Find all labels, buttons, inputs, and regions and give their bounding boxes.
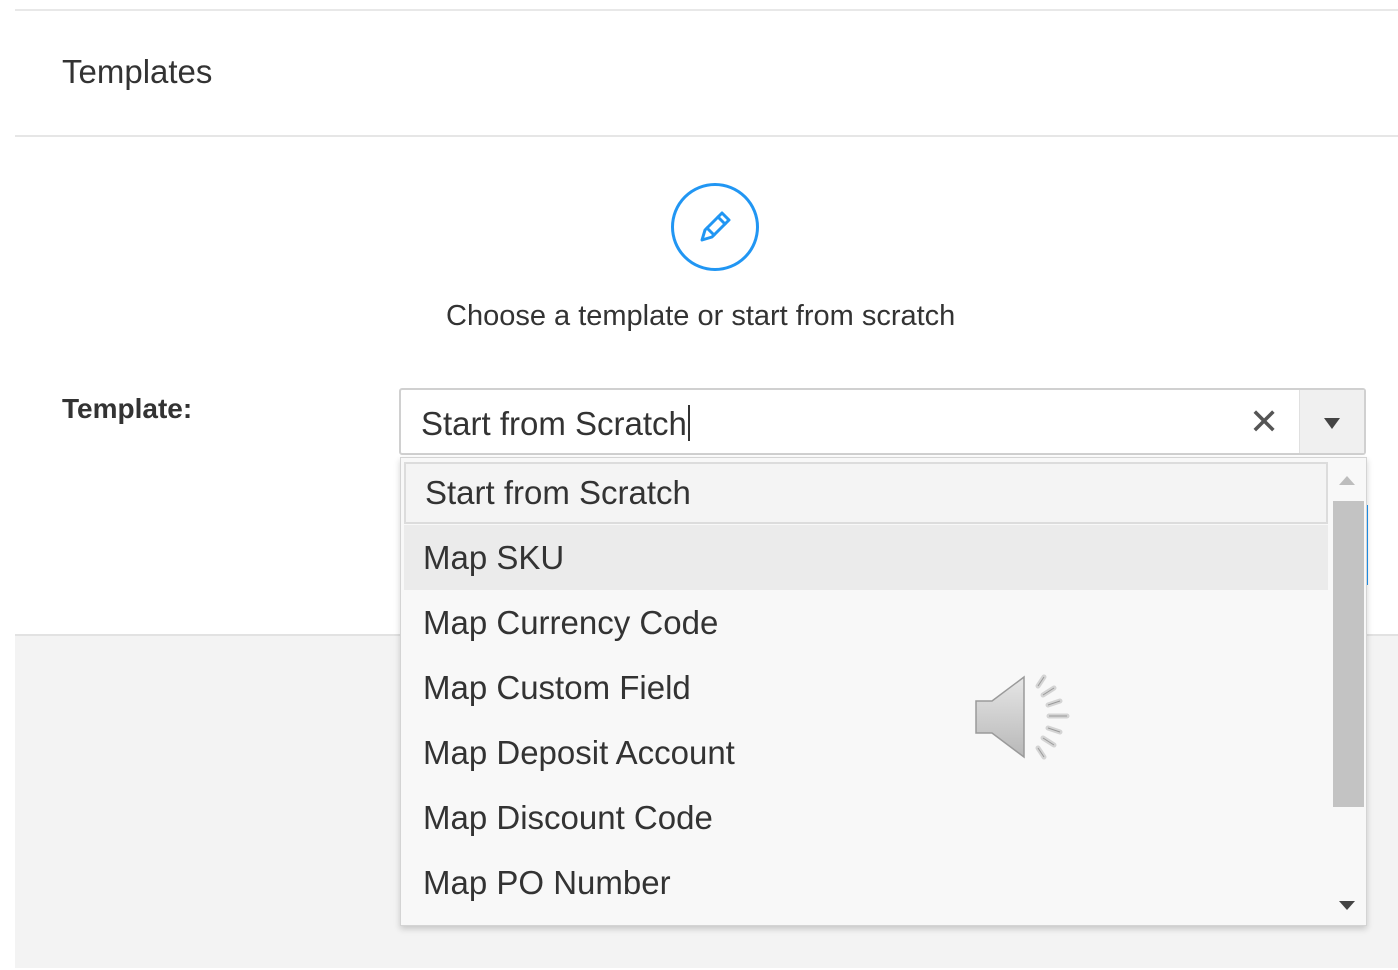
scroll-down-arrow-icon[interactable] (1339, 901, 1355, 910)
page-title: Templates (62, 53, 213, 90)
template-select-value: Start from Scratch (421, 405, 687, 442)
scroll-up-arrow-icon[interactable] (1339, 476, 1355, 485)
scrollbar-thumb[interactable] (1333, 501, 1364, 807)
text-cursor (687, 405, 690, 441)
dropdown-option[interactable]: Map Currency Code (404, 590, 1328, 655)
template-dropdown-list: Start from Scratch Map SKU Map Currency … (400, 457, 1367, 926)
dropdown-option[interactable]: Map PO Number (404, 850, 1328, 915)
dropdown-option[interactable]: Map SKU (404, 525, 1328, 590)
page: Templates Choose a template or start fro… (0, 0, 1398, 970)
template-label: Template: (62, 393, 193, 424)
dropdown-option[interactable]: Start from Scratch (404, 462, 1328, 524)
template-select-input[interactable]: Start from Scratch (421, 405, 690, 443)
page-subtitle: Choose a template or start from scratch (446, 300, 956, 332)
dropdown-scrollbar[interactable] (1330, 458, 1364, 925)
dropdown-option[interactable]: Map Discount Code (404, 785, 1328, 850)
chevron-down-icon (1324, 418, 1340, 429)
dropdown-toggle-button[interactable] (1299, 390, 1364, 453)
pencil-icon (671, 183, 759, 271)
dropdown-option[interactable]: Map Custom Field (404, 655, 1328, 720)
template-select[interactable]: Start from Scratch ✕ (399, 388, 1366, 455)
speaker-icon[interactable] (972, 668, 1076, 768)
clear-icon[interactable]: ✕ (1249, 402, 1279, 442)
templates-header: Templates (15, 11, 1398, 137)
dropdown-option[interactable]: Map Deposit Account (404, 720, 1328, 785)
